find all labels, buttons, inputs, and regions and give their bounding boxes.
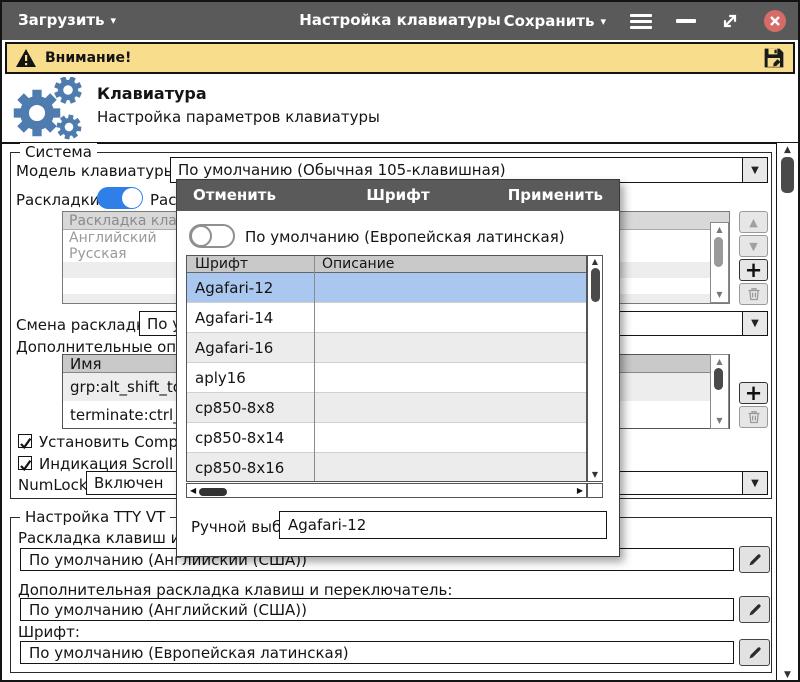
scroll-up-icon[interactable]: ▲ xyxy=(777,145,798,155)
font-row[interactable]: cp850-8x14 xyxy=(187,423,586,453)
chevron-down-icon[interactable]: ▼ xyxy=(742,158,767,182)
apply-button[interactable]: Применить xyxy=(508,186,603,204)
chevron-down-icon[interactable]: ▼ xyxy=(742,472,767,494)
save-menu-button[interactable]: Сохранить ▾ xyxy=(504,12,606,30)
description-column-header: Описание xyxy=(322,256,395,272)
scrollbar-thumb[interactable] xyxy=(714,368,723,390)
font-dialog: Отменить Шрифт Применить По умолчанию (Е… xyxy=(176,179,620,557)
keyboard-settings-window: Загрузить ▾ Настройка клавиатуры Сохрани… xyxy=(0,0,800,682)
content-divider xyxy=(2,142,798,144)
layout-move-up-button: ▲ xyxy=(739,211,768,233)
keyboard-model-label: Модель клавиатуры: xyxy=(16,162,181,180)
font-dialog-title: Шрифт xyxy=(366,186,430,204)
tty-font-label: Шрифт: xyxy=(18,623,80,641)
font-table-hscrollbar[interactable]: ◀ ▶ xyxy=(186,483,587,498)
font-row[interactable]: cp850-8x8 xyxy=(187,393,586,423)
compose-checkbox[interactable] xyxy=(18,434,32,450)
scroll-down-icon[interactable]: ▼ xyxy=(777,670,798,680)
scroll-left-icon[interactable]: ◀ xyxy=(190,486,196,495)
scroll-down-icon[interactable]: ▼ xyxy=(716,290,722,300)
scrollbar-thumb[interactable] xyxy=(714,237,723,267)
options-list-scrollbar[interactable]: ▲ ▼ xyxy=(710,354,729,429)
page-scrollbar[interactable]: ▲ ▼ xyxy=(776,143,798,680)
font-dialog-header: Отменить Шрифт Применить xyxy=(177,180,619,211)
scroll-right-icon[interactable]: ▶ xyxy=(577,486,583,495)
font-table-vscrollbar[interactable]: ▲ ▼ xyxy=(587,255,603,482)
chevron-down-icon: ▾ xyxy=(110,13,117,27)
expand-icon[interactable] xyxy=(720,11,740,31)
tty-font-edit-button[interactable] xyxy=(739,639,770,666)
chevron-down-icon: ▾ xyxy=(600,14,606,28)
page-title: Клавиатура xyxy=(97,84,207,103)
save-disk-icon[interactable] xyxy=(763,47,785,69)
option-add-button[interactable]: + xyxy=(739,382,768,404)
titlebar: Загрузить ▾ Настройка клавиатуры Сохрани… xyxy=(2,2,798,40)
toggle-knob xyxy=(190,225,212,247)
toggle-knob xyxy=(122,188,142,208)
manual-select-input[interactable]: Agafari-12 xyxy=(279,511,607,539)
check-icon xyxy=(20,459,32,472)
scrollbar-thumb[interactable] xyxy=(199,487,227,496)
tty-font-field[interactable]: По умолчанию (Европейская латинская) xyxy=(20,641,734,664)
column-divider xyxy=(314,256,315,481)
save-menu-label: Сохранить xyxy=(503,12,595,30)
default-font-toggle-label: По умолчанию (Европейская латинская) xyxy=(245,228,565,246)
layouts-list-scrollbar[interactable]: ▲ ▼ xyxy=(710,222,729,303)
scroll-down-icon[interactable]: ▼ xyxy=(592,470,598,480)
pencil-icon xyxy=(749,553,761,565)
close-icon[interactable] xyxy=(764,10,786,32)
font-row-selected[interactable]: Agafari-12 xyxy=(187,273,586,303)
scrollbar-thumb[interactable] xyxy=(591,268,600,302)
load-menu-button[interactable]: Загрузить ▾ xyxy=(18,11,116,29)
default-font-toggle[interactable] xyxy=(189,224,235,248)
warning-text: Внимание! xyxy=(45,50,132,66)
scroll-down-icon[interactable]: ▼ xyxy=(716,416,722,426)
scroll-up-icon[interactable]: ▲ xyxy=(716,357,722,367)
titlebar-controls: Сохранить ▾ xyxy=(504,2,786,40)
window-title: Настройка клавиатуры xyxy=(299,11,501,29)
cancel-button[interactable]: Отменить xyxy=(193,186,276,204)
tty-extra-layout-edit-button[interactable] xyxy=(739,596,770,623)
scrolllock-checkbox[interactable] xyxy=(18,456,32,472)
warning-icon xyxy=(16,49,36,67)
tty-extra-layout-label: Дополнительная раскладка клавиш и перекл… xyxy=(18,581,453,599)
minimize-icon[interactable] xyxy=(676,19,696,23)
font-row[interactable]: cp850-8x16 xyxy=(187,453,586,481)
gears-icon xyxy=(13,77,84,141)
font-table: Шрифт Описание Agafari-12 Agafari-14 Aga… xyxy=(186,255,587,482)
tty-layout-edit-button[interactable] xyxy=(739,546,770,573)
warning-bar: Внимание! xyxy=(5,42,795,74)
page-subtitle: Настройка параметров клавиатуры xyxy=(97,108,380,126)
chevron-down-icon[interactable]: ▼ xyxy=(742,312,767,335)
system-legend: Система xyxy=(20,143,97,161)
layout-delete-button xyxy=(739,283,768,305)
option-delete-button xyxy=(739,406,768,428)
font-table-header: Шрифт Описание xyxy=(187,256,586,273)
font-row[interactable]: Agafari-14 xyxy=(187,303,586,333)
tty-extra-layout-field[interactable]: По умолчанию (Английский (США)) xyxy=(20,598,734,621)
trash-icon xyxy=(748,288,759,301)
numlock-label: NumLock: xyxy=(18,476,93,494)
font-row[interactable]: aply16 xyxy=(187,363,586,393)
scroll-up-icon[interactable]: ▲ xyxy=(592,257,598,267)
layout-move-down-button: ▼ xyxy=(739,235,768,257)
load-menu-label: Загрузить xyxy=(18,11,105,29)
pencil-icon xyxy=(749,646,761,658)
pencil-icon xyxy=(749,603,761,615)
scroll-up-icon[interactable]: ▲ xyxy=(716,225,722,235)
font-column-header: Шрифт xyxy=(195,256,249,272)
font-row[interactable]: Agafari-16 xyxy=(187,333,586,363)
layouts-label: Раскладки: xyxy=(16,191,105,209)
scrollbar-corner xyxy=(587,483,603,498)
menu-icon[interactable] xyxy=(630,11,652,32)
layouts-toggle[interactable] xyxy=(97,187,143,209)
trash-icon xyxy=(748,411,759,424)
scrollbar-thumb[interactable] xyxy=(781,157,794,193)
tty-legend: Настройка TTY VT xyxy=(20,508,171,526)
check-icon xyxy=(20,437,32,450)
layout-add-button[interactable]: + xyxy=(739,259,768,281)
